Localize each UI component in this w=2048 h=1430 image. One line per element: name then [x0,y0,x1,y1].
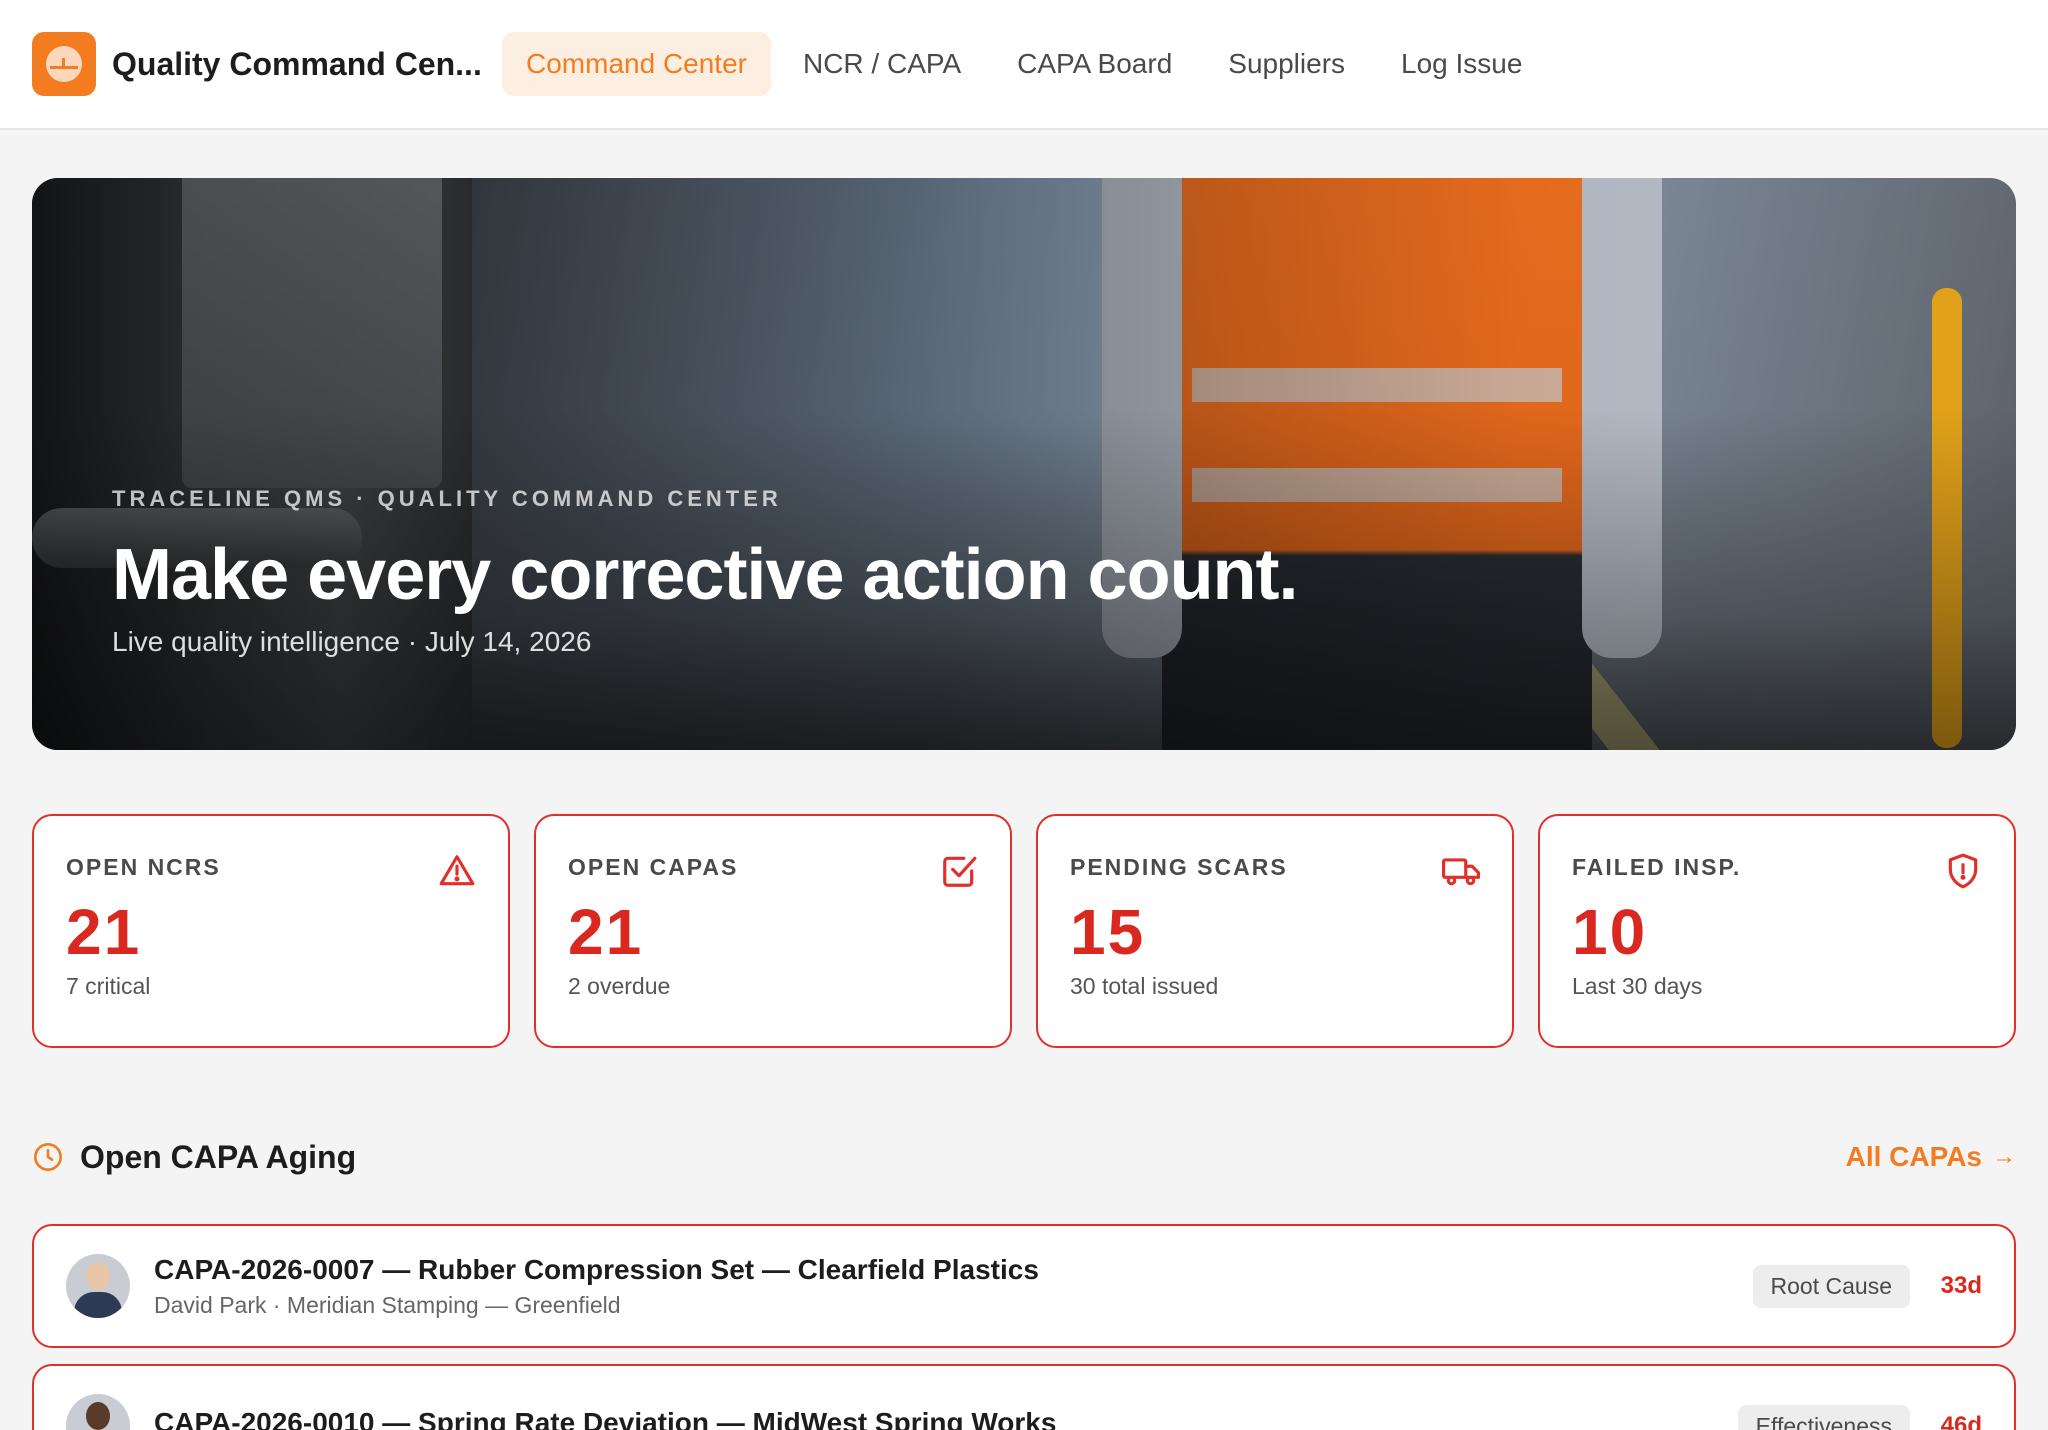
kpi-card-open-capas[interactable]: OPEN CAPAS 21 2 overdue [534,814,1012,1048]
kpi-card-failed-inspections[interactable]: FAILED INSP. 10 Last 30 days [1538,814,2016,1048]
capa-meta: David Park · Meridian Stamping — Greenfi… [154,1291,621,1318]
kpi-subtext: 2 overdue [568,973,671,999]
capa-aging-row[interactable]: CAPA-2026-0007 — Rubber Compression Set … [32,1224,2016,1348]
capa-aging-header: Open CAPA Aging All CAPAs → [32,1132,2016,1182]
main-nav: Command Center NCR / CAPA CAPA Board Sup… [502,32,1554,96]
capa-title: CAPA-2026-0007 — Rubber Compression Set … [154,1253,1039,1285]
nav-tab-suppliers[interactable]: Suppliers [1204,32,1369,96]
app-title[interactable]: Quality Command Cen... [112,46,494,83]
kpi-subtext: Last 30 days [1572,973,1703,999]
avatar [66,1394,130,1430]
nav-tab-ncr-capa[interactable]: NCR / CAPA [779,32,985,96]
kpi-label: OPEN NCRS [66,854,221,880]
kpi-card-open-ncrs[interactable]: OPEN NCRS 21 7 critical [32,814,510,1048]
checkbox-icon [943,856,977,887]
capa-row-main: CAPA-2026-0010 — Spring Rate Deviation —… [154,1407,1056,1430]
kpi-value: 21 [66,896,142,968]
nav-tab-log-issue[interactable]: Log Issue [1377,32,1546,96]
kpi-cards: OPEN NCRS 21 7 critical OPEN CAPAS 21 2 … [32,814,2016,1048]
kpi-value: 15 [1070,896,1146,968]
all-capas-link-label: All CAPAs [1845,1141,1982,1172]
kpi-value: 21 [568,896,644,968]
kpi-label: OPEN CAPAS [568,854,739,880]
capa-title: CAPA-2026-0010 — Spring Rate Deviation —… [154,1407,1057,1430]
app-logo-icon[interactable] [32,32,96,96]
hero-subtitle: Live quality intelligence · July 14, 202… [112,626,592,657]
arrow-right-icon: → [1992,1143,2016,1170]
hero-eyebrow: TRACELINE QMS · QUALITY COMMAND CENTER [112,486,782,511]
kpi-label: FAILED INSP. [1572,854,1742,880]
kpi-value: 10 [1572,896,1648,968]
capa-aging-row[interactable]: CAPA-2026-0010 — Spring Rate Deviation —… [32,1364,2016,1430]
stage-badge: Effectiveness [1737,1404,1910,1430]
kpi-card-pending-scars[interactable]: PENDING SCARS 15 30 total issued [1036,814,1514,1048]
clock-icon [34,1143,62,1171]
top-navigation-bar: Quality Command Cen... Command Center NC… [0,0,2048,130]
kpi-label: PENDING SCARS [1070,854,1288,880]
truck-icon [1442,858,1480,886]
hero-banner: TRACELINE QMS · QUALITY COMMAND CENTER M… [32,178,2016,750]
kpi-subtext: 7 critical [66,973,151,999]
avatar [66,1254,130,1318]
nav-tab-command-center[interactable]: Command Center [502,32,771,96]
hero-text: TRACELINE QMS · QUALITY COMMAND CENTER M… [112,486,1299,658]
nav-tab-capa-board[interactable]: CAPA Board [993,32,1196,96]
all-capas-link[interactable]: All CAPAs → [1846,1141,2016,1173]
capa-row-main: CAPA-2026-0007 — Rubber Compression Set … [154,1254,1039,1319]
age-days: 46d [1940,1412,1982,1430]
kpi-subtext: 30 total issued [1070,973,1219,999]
warning-triangle-icon [439,855,475,886]
section-title: Open CAPA Aging [80,1138,357,1175]
shield-alert-icon [1948,853,1978,889]
hero-title: Make every corrective action count. [112,535,1299,615]
age-days: 33d [1940,1272,1982,1299]
stage-badge: Root Cause [1752,1264,1910,1308]
